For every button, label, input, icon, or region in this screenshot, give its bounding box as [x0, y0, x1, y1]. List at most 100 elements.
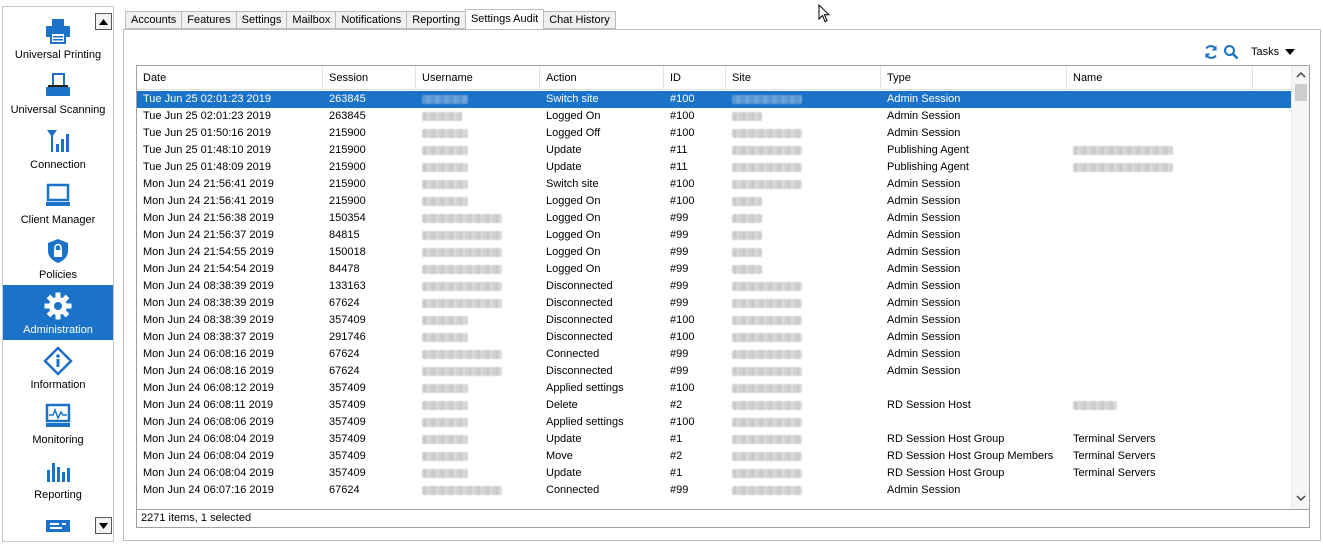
bar-chart-icon: [43, 456, 73, 486]
sidebar-item-universal-printing[interactable]: Universal Printing: [3, 10, 113, 65]
table-row[interactable]: Mon Jun 24 06:08:16 2019 67624 Connected #9…: [137, 346, 1292, 363]
table-row[interactable]: Tue Jun 25 02:01:23 2019 263845 Logged On #…: [137, 108, 1292, 125]
scroll-up-arrow-icon[interactable]: [1296, 71, 1306, 79]
status-bar: 2271 items, 1 selected: [137, 509, 1309, 527]
tab-accounts[interactable]: Accounts: [125, 11, 182, 29]
tab-reporting[interactable]: Reporting: [406, 11, 465, 29]
cell-type: [881, 380, 1067, 397]
column-header-site[interactable]: Site: [726, 66, 881, 90]
sidebar-item-policies[interactable]: Policies: [3, 230, 113, 285]
redacted-username: [422, 366, 502, 376]
table-row[interactable]: Mon Jun 24 21:54:55 2019 150018 Logged On #…: [137, 244, 1292, 261]
cell-type: Admin Session: [887, 212, 961, 224]
table-row[interactable]: Tue Jun 25 01:48:10 2019 215900 Update #11 P…: [137, 142, 1292, 159]
tab-settings-audit[interactable]: Settings Audit: [464, 9, 545, 29]
column-header-name[interactable]: Name: [1067, 66, 1253, 90]
tab-mailbox[interactable]: Mailbox: [286, 11, 336, 29]
table-row[interactable]: Mon Jun 24 06:07:16 2019 67624 Connected #9…: [137, 482, 1292, 499]
table-row[interactable]: Mon Jun 24 06:08:11 2019 357409 Delete #2 RD…: [137, 397, 1292, 414]
cell-session: 357409: [329, 382, 366, 394]
column-header-username[interactable]: Username: [416, 66, 540, 90]
cell-type: [881, 414, 1067, 431]
table-row[interactable]: Mon Jun 24 08:38:39 2019 67624 Disconnecte…: [137, 295, 1292, 312]
table-row[interactable]: Mon Jun 24 21:56:41 2019 215900 Logged On #…: [137, 193, 1292, 210]
column-header-date[interactable]: Date: [137, 66, 323, 90]
sidebar-item-administration[interactable]: Administration: [3, 285, 113, 340]
cell-type: Admin Session: [887, 178, 961, 190]
cell-session: 133163: [329, 280, 366, 292]
table-row[interactable]: Mon Jun 24 06:08:04 2019 357409 Update #1 RD…: [137, 431, 1292, 448]
tab-notifications[interactable]: Notifications: [335, 11, 407, 29]
cell-type: RD Session Host Group: [887, 433, 1005, 445]
table-row[interactable]: Mon Jun 24 21:56:38 2019 150354 Logged On #…: [137, 210, 1292, 227]
sidebar-item-label: Connection: [30, 159, 86, 171]
cell-id: #100: [670, 127, 695, 139]
cell-type: Admin Session: [887, 229, 961, 241]
tab-features[interactable]: Features: [181, 11, 236, 29]
cell-date: Tue Jun 25 02:01:23 2019: [143, 93, 272, 105]
table-row[interactable]: Mon Jun 24 06:08:12 2019 357409 Applied se…: [137, 380, 1292, 397]
table-row[interactable]: Tue Jun 25 01:48:09 2019 215900 Update #11 P…: [137, 159, 1292, 176]
scroll-down-arrow-icon[interactable]: [1296, 494, 1306, 502]
redacted-site: [732, 162, 802, 172]
cell-action: Logged On: [546, 229, 601, 241]
sidebar-item-monitoring[interactable]: Monitoring: [3, 395, 113, 450]
cell-name: [1067, 414, 1253, 431]
table-row[interactable]: Mon Jun 24 08:38:39 2019 357409 Disconnect…: [137, 312, 1292, 329]
column-header-session[interactable]: Session: [323, 66, 416, 90]
cell-type: Admin Session: [887, 246, 961, 258]
gear-icon: [43, 291, 73, 321]
table-row[interactable]: Mon Jun 24 06:08:16 2019 67624 Disconnecte…: [137, 363, 1292, 380]
cell-id: #100: [670, 382, 695, 394]
monitor-icon: [43, 181, 73, 211]
table-row[interactable]: Tue Jun 25 01:50:16 2019 215900 Logged Off…: [137, 125, 1292, 142]
cell-site-redacted: [726, 108, 881, 125]
table-row[interactable]: Mon Jun 24 21:56:37 2019 84815 Logged On #9…: [137, 227, 1292, 244]
column-header-type[interactable]: Type: [881, 66, 1067, 90]
sidebar-item-label: Client Manager: [20, 214, 96, 226]
cell-username-redacted: [416, 261, 540, 278]
column-header-id[interactable]: ID: [664, 66, 726, 90]
redacted-site: [732, 128, 802, 138]
redacted-site: [732, 111, 762, 121]
refresh-icon[interactable]: [1203, 44, 1219, 60]
sidebar-item-reporting[interactable]: Reporting: [3, 450, 113, 505]
sidebar-item-connection[interactable]: Connection: [3, 120, 113, 175]
tasks-dropdown-button[interactable]: Tasks: [1251, 46, 1296, 58]
redacted-name: [1073, 162, 1173, 172]
cell-session: 357409: [329, 450, 366, 462]
cell-type: RD Session Host Group Members: [887, 450, 1054, 462]
cell-site-redacted: [726, 210, 881, 227]
cell-name: [1067, 261, 1253, 278]
vertical-scrollbar[interactable]: [1291, 66, 1309, 509]
table-row[interactable]: Mon Jun 24 08:38:39 2019 133163 Disconnect…: [137, 278, 1292, 295]
cell-session: 263845: [329, 93, 366, 105]
cell-name: [1067, 295, 1253, 312]
cell-action: Logged On: [546, 195, 601, 207]
table-row[interactable]: Mon Jun 24 06:08:06 2019 357409 Applied se…: [137, 414, 1292, 431]
table-row[interactable]: Mon Jun 24 06:08:04 2019 357409 Move #2 RD S…: [137, 448, 1292, 465]
table-row[interactable]: Mon Jun 24 21:54:54 2019 84478 Logged On #9…: [137, 261, 1292, 278]
cell-session: 215900: [329, 161, 366, 173]
table-row[interactable]: Mon Jun 24 21:56:41 2019 215900 Switch sit…: [137, 176, 1292, 193]
cell-username-redacted: [416, 482, 540, 499]
cell-action: Move: [546, 450, 573, 462]
table-row[interactable]: Mon Jun 24 08:38:37 2019 291746 Disconnect…: [137, 329, 1292, 346]
cell-action: Connected: [546, 484, 600, 496]
signal-icon: [43, 126, 73, 156]
sidebar-scroll-down-button[interactable]: [95, 517, 112, 534]
sidebar-item-information[interactable]: Information: [3, 340, 113, 395]
sidebar-item-universal-scanning[interactable]: Universal Scanning: [3, 65, 113, 120]
cell-action: Update: [546, 467, 582, 479]
scrollbar-thumb[interactable]: [1295, 84, 1307, 101]
table-row[interactable]: Tue Jun 25 02:01:23 2019 263845 Switch sit…: [137, 91, 1292, 108]
cell-site-redacted: [726, 142, 881, 159]
search-icon[interactable]: [1223, 44, 1239, 60]
sidebar-item-client-manager[interactable]: Client Manager: [3, 175, 113, 230]
redacted-username: [422, 434, 468, 444]
tab-settings[interactable]: Settings: [235, 11, 287, 29]
tab-chat-history[interactable]: Chat History: [544, 11, 616, 29]
table-row[interactable]: Mon Jun 24 06:08:04 2019 357409 Update #1 RD…: [137, 465, 1292, 482]
column-header-action[interactable]: Action: [540, 66, 664, 90]
cell-site-redacted: [726, 125, 881, 142]
